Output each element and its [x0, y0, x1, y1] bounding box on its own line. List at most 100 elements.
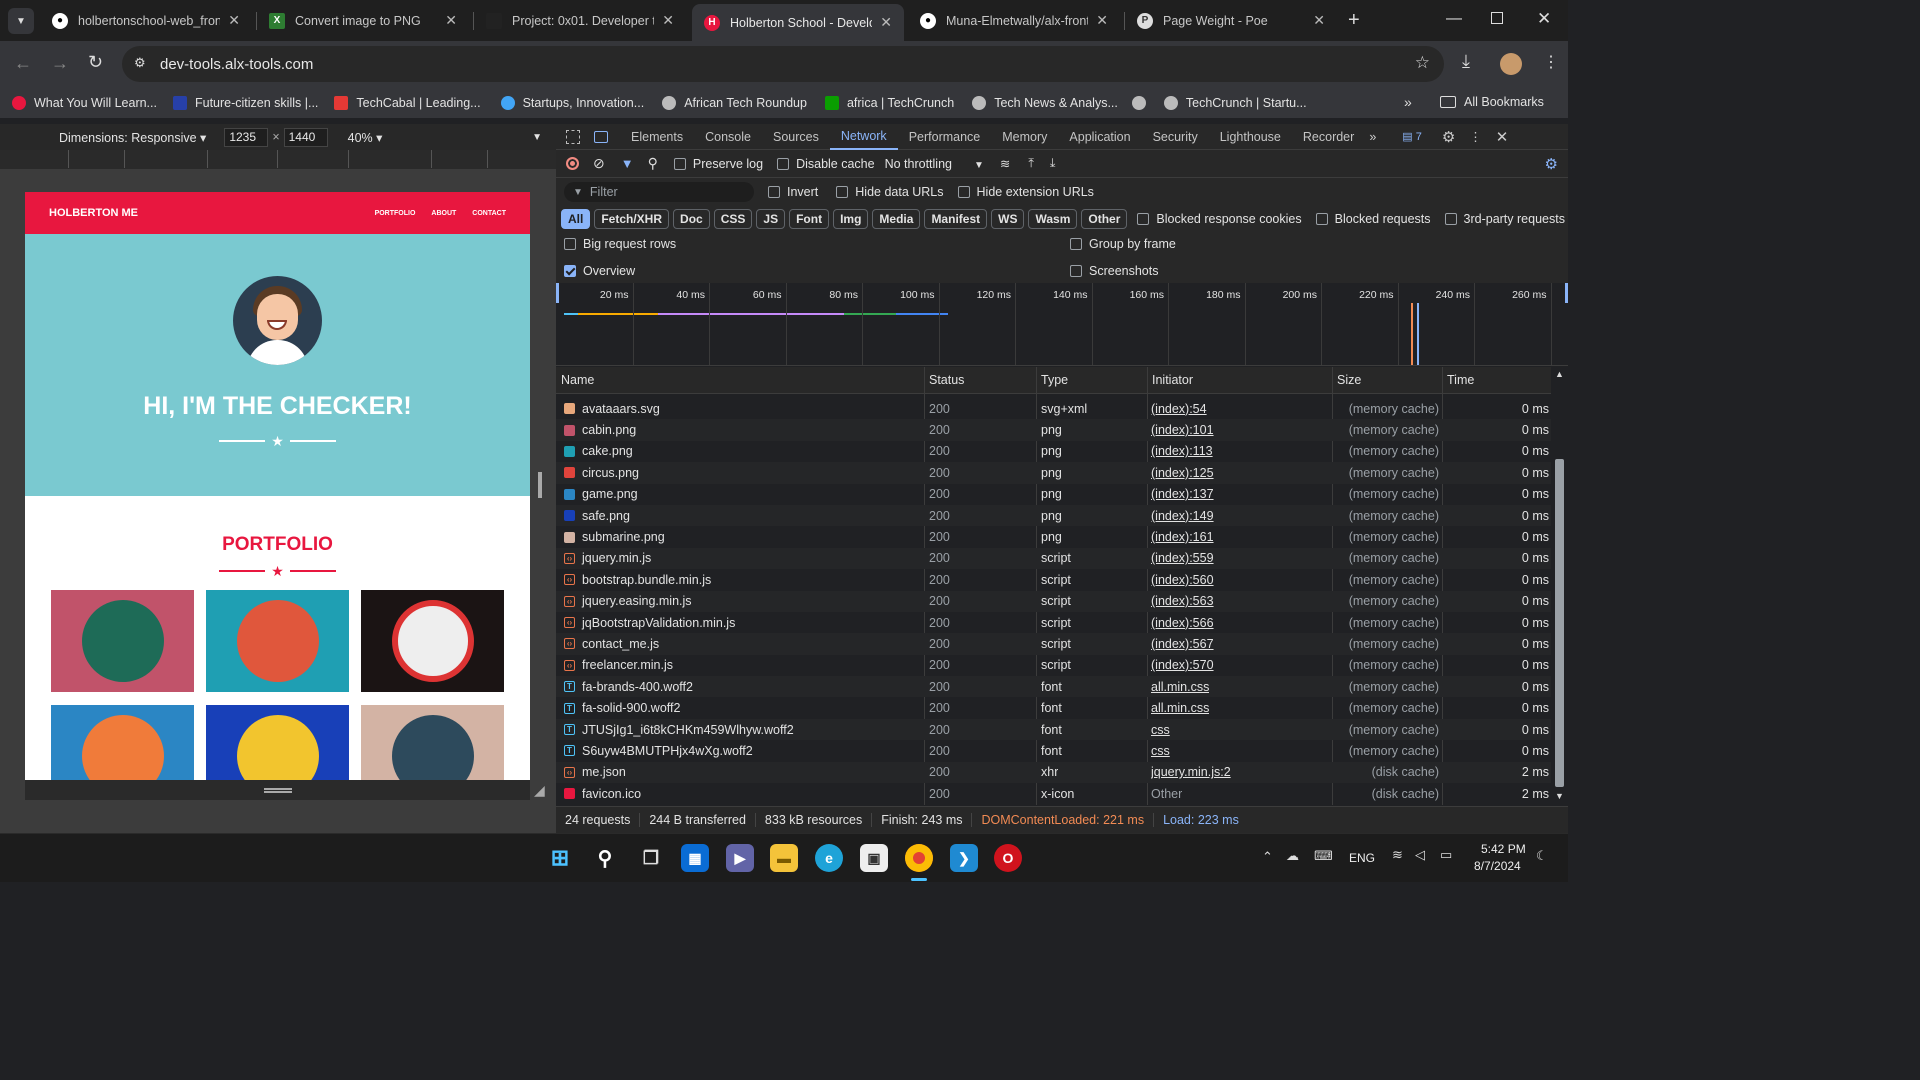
overview-selection-right[interactable] [1565, 283, 1568, 303]
request-initiator[interactable]: (index):563 [1151, 591, 1214, 612]
portfolio-tile-safe[interactable] [206, 705, 349, 780]
bookmark-item[interactable]: africa | TechCrunch [824, 96, 954, 110]
portfolio-tile-cabin[interactable] [51, 590, 194, 692]
issues-badge[interactable]: ▤ 7 [1402, 130, 1422, 143]
all-bookmarks-button[interactable]: All Bookmarks [1440, 95, 1544, 109]
request-initiator[interactable]: (index):113 [1151, 441, 1213, 462]
filter-icon[interactable]: ▼ [621, 156, 634, 171]
notifications-icon[interactable]: ☾ [1536, 848, 1548, 864]
bookmark-item[interactable]: TechCabal | Leading... [334, 96, 481, 110]
request-row[interactable]: T S6uyw4BMUTPHjx4wXg.woff2 200 font css (memo… [556, 740, 1551, 761]
menu-icon[interactable]: ⋮ [1543, 52, 1559, 72]
request-row[interactable]: Tfa-solid-900.woff2 200 font all.min.css (me… [556, 697, 1551, 718]
forward-icon[interactable]: → [51, 53, 69, 74]
bookmark-star-icon[interactable]: ☆ [1415, 53, 1430, 73]
request-row[interactable]: ‹› jquery.easing.min.js 200 script (index):5… [556, 590, 1551, 612]
overview-checkbox[interactable]: Overview [564, 264, 635, 278]
column-name[interactable]: Name [556, 367, 924, 393]
avatar[interactable] [1500, 53, 1522, 75]
hide-extension-urls-checkbox[interactable]: Hide extension URLs [957, 185, 1094, 199]
devtools-tab-lighthouse[interactable]: Lighthouse [1209, 124, 1292, 150]
widgets-icon[interactable]: ▦ [681, 844, 709, 872]
request-initiator[interactable]: (index):125 [1151, 462, 1214, 483]
bookmark-item[interactable]: TechCrunch | Startu... [1163, 96, 1307, 110]
type-filter-img[interactable]: Img [833, 208, 869, 229]
keyboard-icon[interactable]: ⌨ [1314, 848, 1333, 864]
type-filter-js[interactable]: JS [756, 208, 786, 229]
scroll-thumb[interactable] [1555, 459, 1564, 787]
request-row[interactable]: ‹› bootstrap.bundle.min.js 200 script (index… [556, 569, 1551, 590]
onedrive-icon[interactable]: ☁ [1286, 848, 1299, 864]
column-time[interactable]: Time [1442, 367, 1551, 393]
type-filter-all[interactable]: All [561, 208, 591, 229]
request-row[interactable]: ‹› jquery.min.js 200 script (index):559 (memo… [556, 547, 1551, 570]
request-initiator[interactable]: (index):570 [1151, 655, 1214, 676]
devtools-tab-memory[interactable]: Memory [991, 124, 1058, 150]
request-initiator[interactable]: (index):101 [1151, 419, 1214, 440]
request-initiator[interactable]: all.min.css [1151, 676, 1209, 697]
blocked-requests-checkbox[interactable]: Blocked requests [1315, 212, 1431, 226]
type-filter-wasm[interactable]: Wasm [1028, 208, 1078, 229]
close-window-icon[interactable]: ✕ [1537, 9, 1551, 29]
hide-data-urls-checkbox[interactable]: Hide data URLs [836, 185, 944, 199]
teams-icon[interactable]: ▶ [726, 844, 754, 872]
third-party-checkbox[interactable]: 3rd-party requests [1444, 212, 1565, 226]
request-initiator[interactable]: css [1151, 740, 1170, 761]
disable-cache-checkbox[interactable]: Disable cache [777, 157, 875, 171]
portfolio-tile-submarine[interactable] [361, 705, 504, 780]
devtools-tab-console[interactable]: Console [694, 124, 762, 150]
scroll-up-icon[interactable]: ▲ [1555, 369, 1564, 379]
filter-input[interactable]: ▼ Filter [564, 182, 754, 202]
resize-handle-bottom[interactable] [25, 780, 530, 800]
request-initiator[interactable]: (index):567 [1151, 633, 1214, 654]
search-icon[interactable]: ⚲ [648, 155, 658, 172]
table-scrollbar[interactable]: ▲ ▼ [1551, 367, 1568, 805]
close-devtools-icon[interactable]: ✕ [1496, 128, 1509, 146]
opera-icon[interactable]: O [994, 844, 1022, 872]
wifi-icon[interactable]: ≋ [1392, 847, 1403, 863]
device-toggle-icon[interactable] [594, 130, 608, 143]
group-by-frame-checkbox[interactable]: Group by frame [1070, 237, 1176, 251]
bookmark-item[interactable] [1131, 96, 1146, 110]
request-row[interactable]: cabin.png 200 png (index):101 (memory cache)… [556, 419, 1551, 441]
devtools-tab-recorder[interactable]: Recorder [1292, 124, 1365, 150]
devtools-tab-sources[interactable]: Sources [762, 124, 830, 150]
portfolio-tile-game[interactable] [51, 705, 194, 780]
request-initiator[interactable]: (index):560 [1151, 569, 1214, 590]
request-row[interactable]: ‹› contact_me.js 200 script (index):567 (memo… [556, 633, 1551, 655]
request-row[interactable]: Tfa-brands-400.woff2 200 font all.min.css (m… [556, 676, 1551, 698]
minimize-icon[interactable]: — [1446, 10, 1462, 28]
clear-icon[interactable]: ⊘ [593, 155, 605, 172]
clock-date[interactable]: 8/7/2024 [1474, 859, 1521, 873]
devtools-tab-elements[interactable]: Elements [620, 124, 694, 150]
request-row[interactable]: cake.png 200 png (index):113 (memory cache) 0… [556, 441, 1551, 462]
browser-tab-active[interactable]: H Holberton School - Develo ✕ [692, 4, 904, 41]
request-row[interactable]: favicon.ico 200 x-icon Other (disk cache) 2 m… [556, 783, 1551, 804]
bookmark-item[interactable]: Startups, Innovation... [500, 96, 644, 110]
nav-contact[interactable]: CONTACT [472, 210, 506, 217]
type-filter-other[interactable]: Other [1081, 208, 1128, 229]
volume-icon[interactable]: ◁ [1415, 847, 1425, 863]
settings-icon[interactable]: ⚙ [1442, 128, 1455, 146]
screenshots-checkbox[interactable]: Screenshots [1070, 264, 1158, 278]
bookmark-item[interactable]: What You Will Learn... [12, 96, 157, 110]
zoom-dropdown[interactable]: 40% ▾ [348, 130, 383, 145]
resize-corner-icon[interactable]: ◢ [534, 782, 545, 799]
file-explorer-icon[interactable]: ▬ [770, 844, 798, 872]
type-filter-doc[interactable]: Doc [673, 208, 710, 229]
network-conditions-icon[interactable]: ≋ [1000, 156, 1010, 171]
inspect-icon[interactable] [566, 129, 580, 144]
request-row[interactable]: circus.png 200 png (index):125 (memory cache… [556, 462, 1551, 484]
request-row[interactable]: submarine.png 200 png (index):161 (memory ca… [556, 526, 1551, 547]
type-filter-font[interactable]: Font [789, 208, 830, 229]
request-row[interactable]: ‹› jqBootstrapValidation.min.js 200 script (… [556, 612, 1551, 633]
nav-portfolio[interactable]: PORTFOLIO [375, 210, 416, 217]
browser-tab[interactable]: ● holbertonschool-web_fron ✕ [40, 6, 252, 35]
bookmark-item[interactable]: African Tech Roundup [662, 96, 807, 110]
search-icon[interactable]: ⚲ [591, 844, 619, 872]
blocked-cookies-checkbox[interactable]: Blocked response cookies [1137, 212, 1302, 226]
devtools-tab-performance[interactable]: Performance [898, 124, 992, 150]
portfolio-tile-cake[interactable] [206, 590, 349, 692]
browser-tab[interactable]: X Convert image to PNG ✕ [257, 6, 469, 35]
request-row[interactable]: game.png 200 png (index):137 (memory cache) 0… [556, 484, 1551, 505]
